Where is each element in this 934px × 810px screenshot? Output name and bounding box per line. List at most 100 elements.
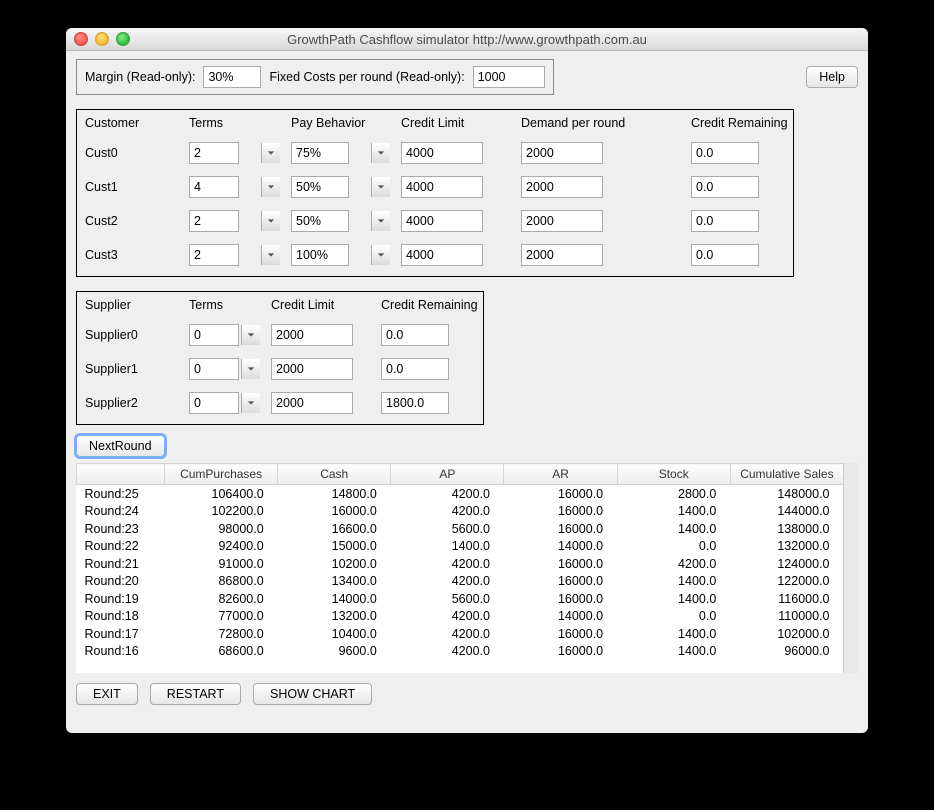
window-controls — [74, 32, 130, 46]
col-customer: Customer — [85, 116, 179, 130]
close-icon[interactable] — [74, 32, 88, 46]
suppliers-grid: Supplier Terms Credit Limit Credit Remai… — [85, 298, 475, 414]
supplier-terms-select[interactable] — [189, 392, 239, 414]
customer-pay-select[interactable] — [291, 176, 349, 198]
customer-pay-select[interactable] — [291, 244, 349, 266]
customers-grid: Customer Terms Pay Behavior Credit Limit… — [85, 116, 785, 266]
restart-button[interactable]: RESTART — [150, 683, 241, 705]
customer-pay-select[interactable] — [291, 210, 349, 232]
customer-name: Cust3 — [85, 248, 179, 262]
chevron-down-icon[interactable] — [241, 325, 260, 345]
supplier-terms-select[interactable] — [189, 324, 239, 346]
supplier-credit-remaining-input[interactable] — [381, 358, 449, 380]
help-button[interactable]: Help — [806, 66, 858, 88]
col-sup-credit-remaining: Credit Remaining — [381, 298, 481, 312]
customer-demand-input[interactable] — [521, 176, 603, 198]
supplier-credit-limit-input[interactable] — [271, 358, 353, 380]
footer-buttons: EXIT RESTART SHOW CHART — [76, 683, 858, 705]
table-body: Round:25106400.014800.04200.016000.02800… — [77, 485, 844, 661]
results-table: CumPurchases Cash AP AR Stock Cumulative… — [76, 463, 858, 673]
customer-credit-remaining-input[interactable] — [691, 142, 759, 164]
table-row[interactable]: Round:25106400.014800.04200.016000.02800… — [77, 485, 844, 503]
customer-name: Cust0 — [85, 146, 179, 160]
supplier-name: Supplier2 — [85, 396, 179, 410]
col-credit-remaining: Credit Remaining — [691, 116, 791, 130]
customer-name: Cust1 — [85, 180, 179, 194]
table-row[interactable]: Round:2191000.010200.04200.016000.04200.… — [77, 555, 844, 573]
chevron-down-icon[interactable] — [371, 143, 390, 163]
table-row[interactable]: Round:1668600.09600.04200.016000.01400.0… — [77, 643, 844, 661]
table-row[interactable]: Round:1982600.014000.05600.016000.01400.… — [77, 590, 844, 608]
exit-button[interactable]: EXIT — [76, 683, 138, 705]
app-window: GrowthPath Cashflow simulator http://www… — [66, 28, 868, 733]
chevron-down-icon[interactable] — [261, 177, 280, 197]
col-credit-limit: Credit Limit — [401, 116, 511, 130]
th-cumsales[interactable]: Cumulative Sales — [730, 464, 843, 485]
col-supplier: Supplier — [85, 298, 179, 312]
table-row[interactable]: Round:2292400.015000.01400.014000.00.013… — [77, 538, 844, 556]
th-cumpurchases[interactable]: CumPurchases — [165, 464, 278, 485]
window-title: GrowthPath Cashflow simulator http://www… — [66, 32, 868, 47]
vertical-scrollbar[interactable] — [843, 463, 858, 673]
col-sup-credit-limit: Credit Limit — [271, 298, 371, 312]
chevron-down-icon[interactable] — [261, 245, 280, 265]
customer-pay-select[interactable] — [291, 142, 349, 164]
customer-demand-input[interactable] — [521, 244, 603, 266]
margin-label: Margin (Read-only): — [85, 70, 195, 84]
chevron-down-icon[interactable] — [371, 177, 390, 197]
customer-credit-limit-input[interactable] — [401, 142, 483, 164]
customer-demand-input[interactable] — [521, 210, 603, 232]
customer-demand-input[interactable] — [521, 142, 603, 164]
customer-credit-remaining-input[interactable] — [691, 244, 759, 266]
table-row[interactable]: Round:2086800.013400.04200.016000.01400.… — [77, 573, 844, 591]
next-round-button[interactable]: NextRound — [76, 435, 165, 457]
customer-credit-remaining-input[interactable] — [691, 210, 759, 232]
th-ap[interactable]: AP — [391, 464, 504, 485]
customer-name: Cust2 — [85, 214, 179, 228]
col-demand: Demand per round — [521, 116, 681, 130]
supplier-name: Supplier1 — [85, 362, 179, 376]
chevron-down-icon[interactable] — [371, 245, 390, 265]
table-row[interactable]: Round:1877000.013200.04200.014000.00.011… — [77, 608, 844, 626]
th-ar[interactable]: AR — [504, 464, 617, 485]
supplier-name: Supplier0 — [85, 328, 179, 342]
table-row[interactable]: Round:1772800.010400.04200.016000.01400.… — [77, 625, 844, 643]
supplier-credit-limit-input[interactable] — [271, 392, 353, 414]
supplier-terms-select[interactable] — [189, 358, 239, 380]
minimize-icon[interactable] — [95, 32, 109, 46]
th-stock[interactable]: Stock — [617, 464, 730, 485]
zoom-icon[interactable] — [116, 32, 130, 46]
customer-credit-remaining-input[interactable] — [691, 176, 759, 198]
margin-input[interactable] — [203, 66, 261, 88]
col-pay-behavior: Pay Behavior — [291, 116, 391, 130]
supplier-credit-remaining-input[interactable] — [381, 392, 449, 414]
customer-credit-limit-input[interactable] — [401, 176, 483, 198]
supplier-credit-limit-input[interactable] — [271, 324, 353, 346]
customer-credit-limit-input[interactable] — [401, 244, 483, 266]
chevron-down-icon[interactable] — [241, 359, 260, 379]
titlebar: GrowthPath Cashflow simulator http://www… — [66, 28, 868, 51]
table-row[interactable]: Round:2398000.016600.05600.016000.01400.… — [77, 520, 844, 538]
suppliers-group: Supplier Terms Credit Limit Credit Remai… — [76, 291, 484, 425]
customer-terms-select[interactable] — [189, 244, 239, 266]
table-header-row: CumPurchases Cash AP AR Stock Cumulative… — [77, 464, 844, 485]
col-terms: Terms — [189, 116, 281, 130]
show-chart-button[interactable]: SHOW CHART — [253, 683, 372, 705]
supplier-credit-remaining-input[interactable] — [381, 324, 449, 346]
fixed-costs-input[interactable] — [473, 66, 545, 88]
customer-credit-limit-input[interactable] — [401, 210, 483, 232]
chevron-down-icon[interactable] — [241, 393, 260, 413]
customers-group: Customer Terms Pay Behavior Credit Limit… — [76, 109, 794, 277]
customer-terms-select[interactable] — [189, 210, 239, 232]
chevron-down-icon[interactable] — [261, 143, 280, 163]
chevron-down-icon[interactable] — [371, 211, 390, 231]
top-row: Margin (Read-only): Fixed Costs per roun… — [76, 59, 858, 95]
col-sup-terms: Terms — [189, 298, 261, 312]
th-cash[interactable]: Cash — [278, 464, 391, 485]
th-blank[interactable] — [77, 464, 165, 485]
chevron-down-icon[interactable] — [261, 211, 280, 231]
table-row[interactable]: Round:24102200.016000.04200.016000.01400… — [77, 503, 844, 521]
customer-terms-select[interactable] — [189, 142, 239, 164]
fixed-costs-label: Fixed Costs per round (Read-only): — [269, 70, 464, 84]
customer-terms-select[interactable] — [189, 176, 239, 198]
